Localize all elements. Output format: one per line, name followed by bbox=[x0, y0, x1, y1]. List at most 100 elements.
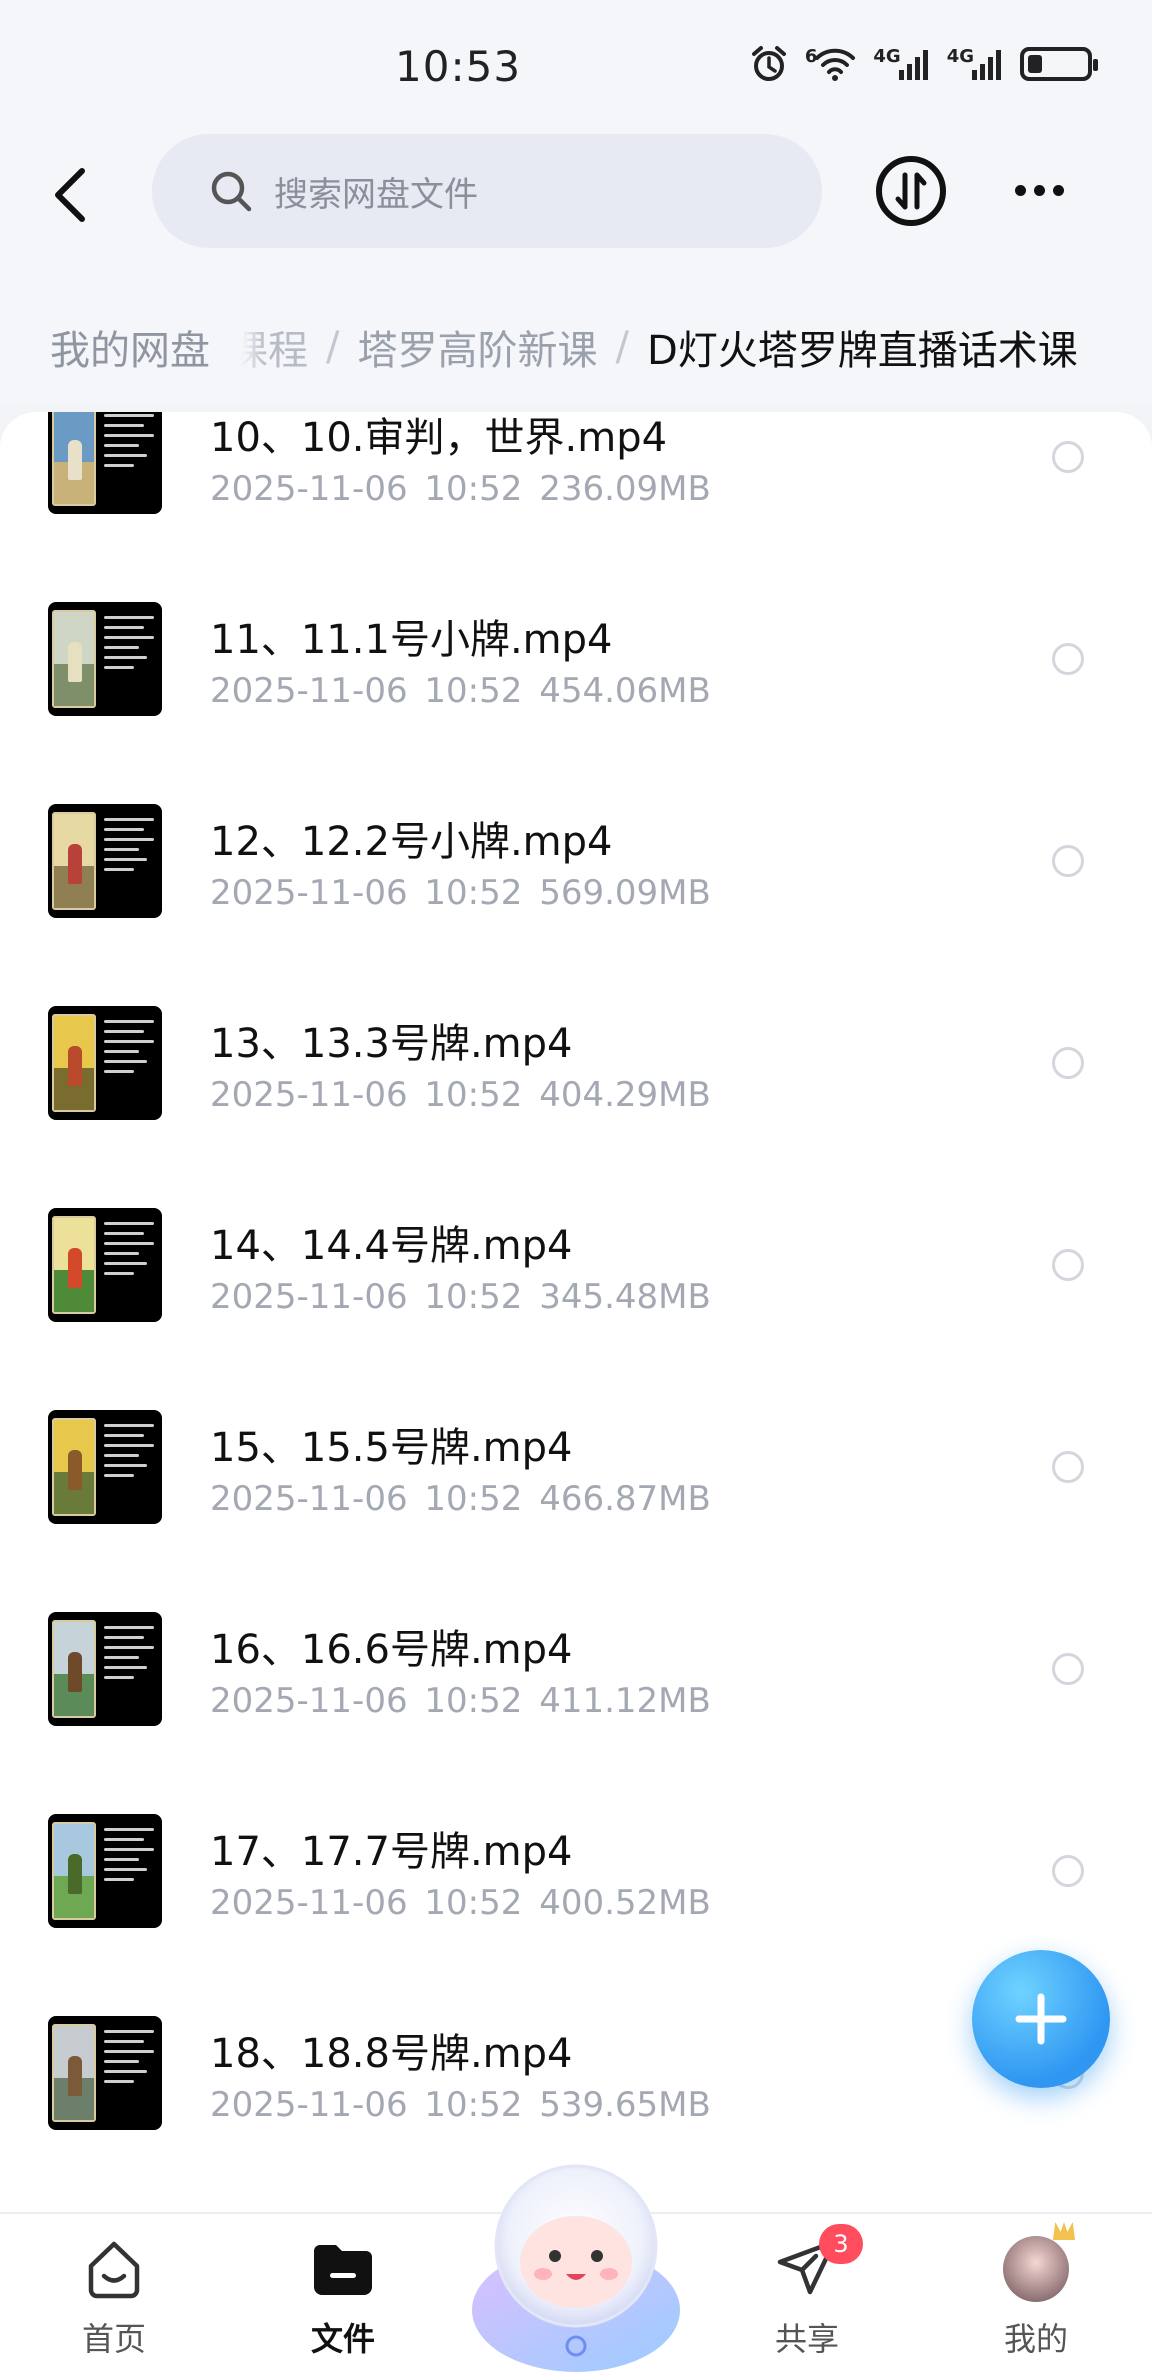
video-thumbnail bbox=[48, 1612, 162, 1726]
file-row[interactable]: 12、12.2号小牌.mp4 2025-11-06 10:52 569.09MB bbox=[0, 789, 1152, 993]
back-button[interactable] bbox=[40, 160, 100, 230]
nav-item-mine[interactable]: 我的 bbox=[966, 2234, 1106, 2374]
folder-icon bbox=[308, 2234, 378, 2304]
file-date: 2025-11-06 bbox=[210, 1479, 408, 1519]
breadcrumb-separator: / bbox=[326, 324, 340, 370]
file-date: 2025-11-06 bbox=[210, 1883, 408, 1923]
file-meta: 2025-11-06 10:52 539.65MB bbox=[210, 2085, 711, 2125]
search-input[interactable]: 搜索网盘文件 bbox=[152, 134, 822, 248]
thumbnail-text-lines bbox=[104, 1424, 154, 1484]
transfer-icon bbox=[895, 172, 927, 210]
breadcrumb-current: D灯火塔罗牌直播话术课 bbox=[646, 328, 1078, 374]
battery-icon bbox=[1020, 47, 1098, 81]
select-checkbox[interactable] bbox=[1052, 1249, 1084, 1281]
file-meta: 2025-11-06 10:52 400.52MB bbox=[210, 1883, 711, 1923]
video-thumbnail bbox=[48, 412, 162, 514]
tarot-card-image bbox=[52, 412, 96, 506]
file-name: 12、12.2号小牌.mp4 bbox=[210, 819, 613, 865]
thumbnail-text-lines bbox=[104, 414, 154, 474]
status-bar: 10:53 6 4G 4G bbox=[0, 0, 1152, 130]
breadcrumb-root[interactable]: 我的网盘 bbox=[24, 310, 236, 384]
tarot-card-image bbox=[52, 610, 96, 708]
select-checkbox[interactable] bbox=[1052, 1047, 1084, 1079]
file-row[interactable]: 17、17.7号牌.mp4 2025-11-06 10:52 400.52MB bbox=[0, 1799, 1152, 2003]
file-time: 10:52 bbox=[424, 1883, 523, 1923]
file-row[interactable]: 16、16.6号牌.mp4 2025-11-06 10:52 411.12MB bbox=[0, 1597, 1152, 1801]
file-meta: 2025-11-06 10:52 404.29MB bbox=[210, 1075, 711, 1115]
more-button[interactable] bbox=[1004, 160, 1074, 220]
file-size: 569.09MB bbox=[539, 873, 711, 913]
file-time: 10:52 bbox=[424, 1681, 523, 1721]
tarot-card-image bbox=[52, 1014, 96, 1112]
select-checkbox[interactable] bbox=[1052, 1855, 1084, 1887]
status-time: 10:53 bbox=[395, 42, 522, 91]
file-meta: 2025-11-06 10:52 411.12MB bbox=[210, 1681, 711, 1721]
file-size: 466.87MB bbox=[539, 1479, 711, 1519]
file-size: 400.52MB bbox=[539, 1883, 711, 1923]
plus-icon bbox=[1015, 1993, 1067, 2045]
file-list: 10、10.审判，世界.mp4 2025-11-06 10:52 236.09MB… bbox=[0, 412, 1152, 2212]
file-date: 2025-11-06 bbox=[210, 2085, 408, 2125]
home-icon bbox=[79, 2234, 149, 2304]
file-time: 10:52 bbox=[424, 469, 523, 509]
status-icons: 6 4G 4G bbox=[749, 44, 1098, 84]
transfer-button[interactable] bbox=[876, 156, 946, 226]
file-size: 454.06MB bbox=[539, 671, 711, 711]
file-name: 16、16.6号牌.mp4 bbox=[210, 1627, 573, 1673]
nav-label-files: 文件 bbox=[310, 2320, 375, 2358]
video-thumbnail bbox=[48, 1814, 162, 1928]
breadcrumb-item-folder[interactable]: 塔罗高阶新课 bbox=[357, 318, 597, 376]
search-placeholder: 搜索网盘文件 bbox=[274, 174, 478, 215]
file-meta: 2025-11-06 10:52 466.87MB bbox=[210, 1479, 711, 1519]
file-row[interactable]: 10、10.审判，世界.mp4 2025-11-06 10:52 236.09MB bbox=[0, 412, 1152, 589]
select-checkbox[interactable] bbox=[1052, 1653, 1084, 1685]
file-meta: 2025-11-06 10:52 454.06MB bbox=[210, 671, 711, 711]
alarm-icon bbox=[749, 44, 789, 84]
video-thumbnail bbox=[48, 2016, 162, 2130]
tarot-card-image bbox=[52, 812, 96, 910]
file-time: 10:52 bbox=[424, 671, 523, 711]
file-size: 236.09MB bbox=[539, 469, 711, 509]
more-icon bbox=[1014, 184, 1026, 196]
4g-signal-icon: 4G bbox=[947, 46, 1004, 82]
file-time: 10:52 bbox=[424, 1277, 523, 1317]
nav-label-mine: 我的 bbox=[1003, 2320, 1068, 2358]
select-checkbox[interactable] bbox=[1052, 441, 1084, 473]
file-size: 539.65MB bbox=[539, 2085, 711, 2125]
file-name: 14、14.4号牌.mp4 bbox=[210, 1223, 573, 1269]
file-name: 13、13.3号牌.mp4 bbox=[210, 1021, 573, 1067]
file-row[interactable]: 15、15.5号牌.mp4 2025-11-06 10:52 466.87MB bbox=[0, 1395, 1152, 1599]
nav-item-share[interactable]: 3 共享 bbox=[737, 2224, 877, 2374]
thumbnail-text-lines bbox=[104, 1828, 154, 1888]
select-checkbox[interactable] bbox=[1052, 1451, 1084, 1483]
add-button[interactable] bbox=[972, 1950, 1110, 2088]
mascot-icon[interactable] bbox=[465, 2150, 687, 2376]
video-thumbnail bbox=[48, 1006, 162, 1120]
file-row[interactable]: 14、14.4号牌.mp4 2025-11-06 10:52 345.48MB bbox=[0, 1193, 1152, 1397]
file-row[interactable]: 13、13.3号牌.mp4 2025-11-06 10:52 404.29MB bbox=[0, 991, 1152, 1195]
tarot-card-image bbox=[52, 1216, 96, 1314]
share-badge: 3 bbox=[819, 2224, 863, 2264]
back-icon bbox=[55, 168, 85, 222]
select-checkbox[interactable] bbox=[1052, 643, 1084, 675]
nav-item-home[interactable]: 首页 bbox=[44, 2234, 184, 2374]
thumbnail-text-lines bbox=[104, 616, 154, 676]
file-date: 2025-11-06 bbox=[210, 1681, 408, 1721]
breadcrumb-item-partial[interactable]: 课程 bbox=[228, 318, 308, 376]
thumbnail-text-lines bbox=[104, 1626, 154, 1686]
file-name: 15、15.5号牌.mp4 bbox=[210, 1425, 573, 1471]
file-date: 2025-11-06 bbox=[210, 671, 408, 711]
thumbnail-text-lines bbox=[104, 1020, 154, 1080]
tarot-card-image bbox=[52, 1620, 96, 1718]
nav-item-files[interactable]: 文件 bbox=[273, 2234, 413, 2374]
search-icon bbox=[208, 168, 254, 214]
file-meta: 2025-11-06 10:52 236.09MB bbox=[210, 469, 711, 509]
select-checkbox[interactable] bbox=[1052, 845, 1084, 877]
nav-label-home: 首页 bbox=[81, 2320, 146, 2358]
file-meta: 2025-11-06 10:52 345.48MB bbox=[210, 1277, 711, 1317]
video-thumbnail bbox=[48, 1410, 162, 1524]
tarot-card-image bbox=[52, 2024, 96, 2122]
file-row[interactable]: 11、11.1号小牌.mp4 2025-11-06 10:52 454.06MB bbox=[0, 587, 1152, 791]
file-meta: 2025-11-06 10:52 569.09MB bbox=[210, 873, 711, 913]
video-thumbnail bbox=[48, 602, 162, 716]
